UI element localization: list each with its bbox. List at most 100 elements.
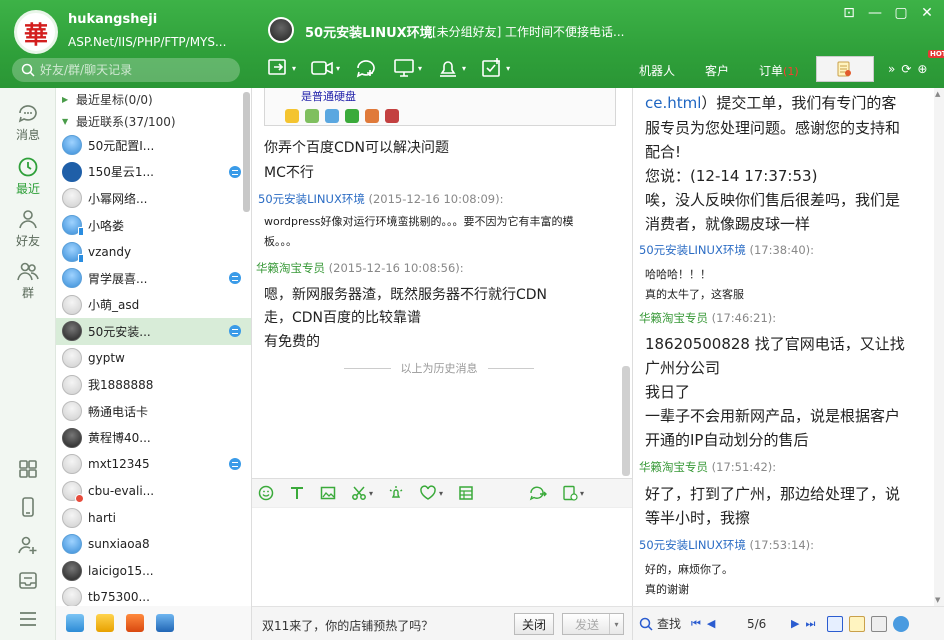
cloud-icon[interactable] [893, 615, 909, 632]
contact-item-selected[interactable]: 50元安装... [56, 318, 251, 345]
remind-button[interactable]: ▾ [436, 56, 466, 80]
screen-share-button[interactable]: ▾ [392, 56, 422, 80]
app-seller-icon[interactable] [156, 614, 174, 632]
scroll-up-icon[interactable]: ▲ [935, 90, 940, 98]
maximize-icon[interactable]: ▢ [894, 5, 908, 21]
prev-page-icon[interactable]: ◀ [707, 617, 715, 630]
favorite-button[interactable]: ▾ [419, 485, 443, 501]
sender-name[interactable]: 华籁淘宝专员 [256, 261, 325, 275]
group-recent[interactable]: ▼ 最近联系(37/100) [56, 110, 251, 132]
emoji-button[interactable] [258, 485, 274, 501]
clock-icon [18, 157, 38, 177]
chat-title[interactable]: 50元安装LINUX环境 [305, 22, 433, 41]
add-icon[interactable]: ⊕ [917, 62, 927, 76]
history-search-button[interactable]: 查找 [639, 615, 681, 632]
send-options-icon[interactable]: ▾ [609, 614, 623, 634]
nav-add-contact[interactable] [0, 534, 56, 558]
image-button[interactable] [320, 485, 336, 501]
tab-order[interactable]: 订单(1) [744, 62, 814, 79]
scissors-icon [352, 486, 366, 500]
sender-name[interactable]: 50元安装LINUX环境 [258, 192, 365, 206]
nav-groups[interactable]: 群 [0, 260, 56, 301]
tab-notes[interactable] [816, 56, 874, 82]
search-icon [639, 617, 653, 631]
tab-robot[interactable]: 机器人 [624, 62, 690, 79]
contact-item[interactable]: 胃学展喜... [56, 265, 251, 292]
contact-avatar[interactable] [268, 17, 294, 43]
contact-item[interactable]: laicigo15... [56, 558, 251, 585]
app-shop-icon[interactable] [126, 614, 144, 632]
contact-item[interactable]: 150星云1... [56, 159, 251, 186]
close-icon[interactable]: ✕ [920, 5, 934, 21]
file-transfer-button[interactable]: ▾ [266, 56, 296, 80]
contact-item[interactable]: mxt12345 [56, 451, 251, 478]
nav-messages[interactable]: 消息 [0, 104, 56, 143]
add-chat-button[interactable] [354, 56, 378, 80]
contact-avatar [62, 161, 82, 182]
font-button[interactable] [289, 485, 305, 501]
grid-icon[interactable] [871, 615, 887, 632]
last-page-icon[interactable]: ⏭ [805, 617, 815, 631]
snippet-icons [285, 109, 399, 123]
contact-avatar [62, 135, 82, 156]
add-task-button[interactable]: ▾ [480, 56, 510, 80]
contact-item[interactable]: 黄程博40... [56, 425, 251, 452]
history-link[interactable]: ce.html [645, 94, 701, 112]
shake-button[interactable] [388, 485, 404, 501]
quick-reply-button[interactable] [458, 485, 474, 501]
history-time: (17:46:21): [711, 311, 777, 325]
nav-mobile[interactable] [0, 496, 56, 520]
close-button[interactable]: 关闭 [514, 613, 554, 635]
contact-item[interactable]: 小萌_asd [56, 292, 251, 319]
search-input[interactable] [12, 58, 240, 82]
contact-scrollbar[interactable] [243, 92, 250, 212]
history-text: 服专员为您处理问题。感谢您的支持和 [645, 119, 901, 137]
app-folder-icon[interactable] [66, 614, 84, 632]
history-text: 广州分公司 [645, 359, 721, 377]
tab-customer[interactable]: 客户 [690, 62, 744, 79]
nav-recent[interactable]: 最近 [0, 156, 56, 197]
nav-inbox[interactable] [0, 570, 56, 594]
contact-item[interactable]: sunxiaoa8 [56, 531, 251, 558]
message-input[interactable] [252, 508, 632, 606]
screenshot-button[interactable]: ▾ [351, 485, 373, 501]
title-bar: 華 hukangsheji ASP.Net/IIS/PHP/FTP/MYS...… [0, 0, 944, 88]
contact-item[interactable]: 小幂网络... [56, 185, 251, 212]
note-icon[interactable] [849, 615, 865, 632]
history-scrollbar[interactable]: ▲ ▼ [934, 88, 944, 606]
contact-item[interactable]: 我1888888 [56, 371, 251, 398]
contact-item[interactable]: vzandy [56, 238, 251, 265]
history-text: 开通的IP自动划分的售后 [645, 431, 809, 449]
nav-friends[interactable]: 好友 [0, 208, 56, 249]
send-button[interactable]: 发送 ▾ [562, 613, 624, 635]
refresh-icon[interactable]: ⟳ [901, 62, 911, 76]
user-avatar[interactable]: 華 [14, 10, 58, 54]
promo-text[interactable]: 双11来了，你的店铺预热了吗？ [262, 617, 433, 634]
expand-icon[interactable]: » [888, 62, 895, 76]
chat-scrollbar[interactable] [622, 366, 630, 476]
bell-icon [440, 61, 457, 77]
first-page-icon[interactable]: ⏮ [691, 617, 701, 631]
contact-item[interactable]: 畅通电话卡 [56, 398, 251, 425]
contact-item[interactable]: harti [56, 504, 251, 531]
next-page-icon[interactable]: ▶ [791, 617, 799, 631]
contact-item[interactable]: gyptw [56, 345, 251, 372]
contact-item[interactable]: tb75300... [56, 584, 251, 606]
nav-apps[interactable] [0, 458, 56, 482]
contact-item[interactable]: cbu-evali... [56, 478, 251, 505]
scroll-down-icon[interactable]: ▼ [935, 596, 940, 604]
calendar-icon[interactable] [827, 615, 843, 632]
app-files-icon[interactable] [96, 614, 114, 632]
message-sender: 华籁淘宝专员 (2015-12-16 10:08:56): [256, 260, 464, 276]
contact-item[interactable]: 小咯娄 [56, 212, 251, 239]
pin-icon[interactable]: ⊡ [842, 5, 856, 21]
transfer-chat-button[interactable] [529, 485, 548, 501]
user-signature[interactable]: ASP.Net/IIS/PHP/FTP/MYS... [68, 35, 226, 49]
group-starred[interactable]: ▶ 最近星标(0/0) [56, 88, 251, 110]
minimize-icon[interactable]: — [868, 5, 882, 21]
video-call-button[interactable]: ▾ [310, 56, 340, 80]
more-tools-button[interactable]: ▾ [562, 485, 584, 501]
nav-menu[interactable] [0, 608, 56, 632]
contact-item[interactable]: 50元配置I... [56, 132, 251, 159]
contact-name: sunxiaoa8 [88, 537, 150, 552]
